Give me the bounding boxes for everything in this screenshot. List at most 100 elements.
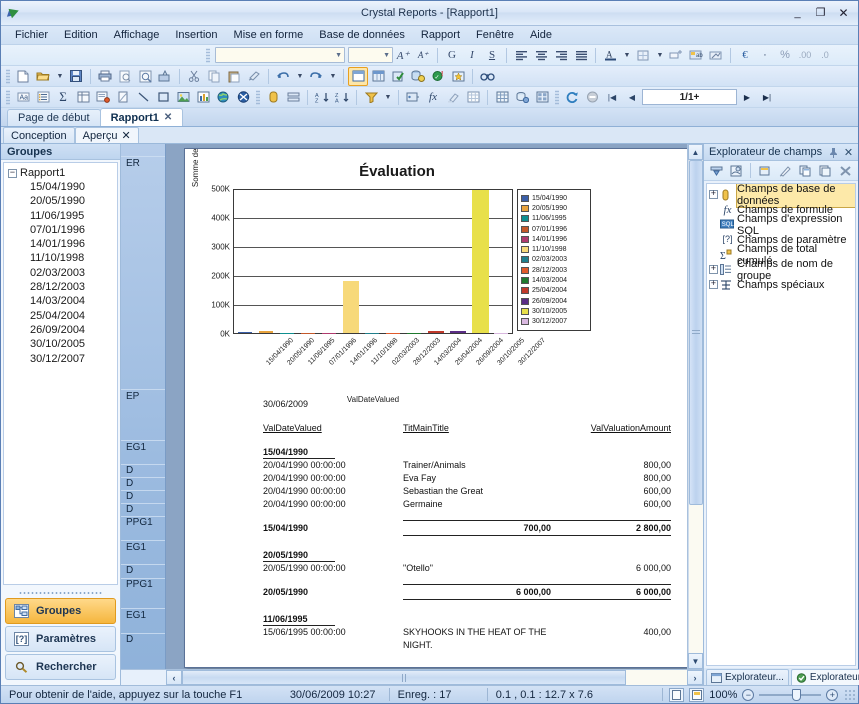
report-page[interactable]: Évaluation Somme de ValValuationAmount <box>184 148 687 668</box>
font-family-combo[interactable]: ▼ <box>215 47 345 63</box>
menu-edition[interactable]: Edition <box>56 27 106 43</box>
doc-tab-page-de-debut[interactable]: Page de début <box>7 109 101 126</box>
sigma-icon[interactable]: Σ <box>53 88 73 107</box>
field-explorer-tree[interactable]: + Champs de base de données fx Champs de… <box>706 183 856 666</box>
tree-item-database-fields[interactable]: + Champs de base de données <box>709 187 855 202</box>
align-right-button[interactable] <box>551 46 571 65</box>
page-setup-icon[interactable] <box>135 67 155 86</box>
tree-item-sql-expression-fields[interactable]: SQL Champs d'expression SQL <box>709 217 855 232</box>
tree-root-node[interactable]: − Rapport1 <box>8 167 117 179</box>
group-node[interactable]: 11/06/1995 <box>8 209 117 223</box>
formula-workshop-icon[interactable] <box>403 88 423 107</box>
group-node[interactable]: 30/12/2007 <box>8 352 117 366</box>
toolbar-grip[interactable] <box>6 69 10 84</box>
menu-fichier[interactable]: Fichier <box>7 27 56 43</box>
undo-icon[interactable] <box>273 67 293 86</box>
tab-field-explorer[interactable]: Explorateur... <box>791 669 859 685</box>
close-icon[interactable]: ✕ <box>842 146 855 159</box>
edit-icon[interactable] <box>775 161 795 180</box>
increase-decimal-button[interactable]: .00 <box>795 46 815 65</box>
select-expert-dropdown[interactable]: ▼ <box>381 88 394 107</box>
expand-icon[interactable]: + <box>709 280 718 289</box>
first-page-button[interactable]: |◀ <box>602 88 622 107</box>
report-options-icon[interactable] <box>463 88 483 107</box>
copy-icon[interactable] <box>204 67 224 86</box>
fx-icon[interactable]: fx <box>423 88 443 107</box>
currency-button[interactable]: € <box>735 46 755 65</box>
workbench-icon[interactable] <box>532 88 552 107</box>
font-color-button[interactable]: A <box>600 46 620 65</box>
close-button[interactable]: ✕ <box>833 4 854 21</box>
suppress-button[interactable] <box>666 46 686 65</box>
group-node[interactable]: 14/03/2004 <box>8 294 117 308</box>
scroll-thumb[interactable] <box>689 160 703 505</box>
subreport-icon[interactable] <box>93 88 113 107</box>
sql-check-icon[interactable]: ✓! <box>428 67 448 86</box>
scroll-track[interactable] <box>688 160 703 653</box>
font-size-combo[interactable]: ▼ <box>348 47 393 63</box>
collapse-icon[interactable]: − <box>8 169 17 178</box>
minimize-button[interactable]: _ <box>787 4 808 21</box>
align-left-button[interactable] <box>511 46 531 65</box>
text-object-icon[interactable]: Aa <box>13 88 33 107</box>
open-icon[interactable] <box>33 67 53 86</box>
stop-icon[interactable] <box>582 88 602 107</box>
toolbar-grip[interactable] <box>6 90 10 105</box>
report-canvas[interactable]: Évaluation Somme de ValValuationAmount <box>166 144 687 669</box>
open-dropdown[interactable]: ▼ <box>53 67 66 86</box>
find-icon[interactable] <box>477 67 497 86</box>
scroll-thumb[interactable] <box>182 670 626 685</box>
scroll-down-button[interactable]: ▼ <box>688 653 703 669</box>
ole-object-icon[interactable] <box>233 88 253 107</box>
expand-icon[interactable]: + <box>709 190 718 199</box>
prev-page-button[interactable]: ◀ <box>622 88 642 107</box>
set-datasource-icon[interactable] <box>408 67 428 86</box>
align-center-button[interactable] <box>531 46 551 65</box>
zoom-in-button[interactable]: + <box>826 689 838 701</box>
scroll-up-button[interactable]: ▲ <box>688 144 703 160</box>
undo-dropdown[interactable]: ▼ <box>293 67 306 86</box>
scroll-track[interactable] <box>182 670 687 685</box>
browse-data-icon[interactable] <box>726 161 746 180</box>
page-number-field[interactable]: 1/1+ <box>642 89 737 105</box>
fit-page-button[interactable] <box>689 688 704 702</box>
format-painter-icon[interactable] <box>244 67 264 86</box>
close-icon[interactable]: ✕ <box>164 112 172 123</box>
delete-icon[interactable] <box>835 161 855 180</box>
redo-dropdown[interactable]: ▼ <box>326 67 339 86</box>
insert-cross-tab-icon[interactable] <box>492 88 512 107</box>
summary-icon[interactable] <box>33 88 53 107</box>
tree-item-group-name-fields[interactable]: + Champs de nom de groupe <box>709 262 855 277</box>
font-color-dropdown[interactable]: ▼ <box>620 46 633 65</box>
next-page-button[interactable]: ▶ <box>737 88 757 107</box>
underline-button[interactable]: S <box>482 46 502 65</box>
scroll-left-button[interactable]: ‹ <box>166 670 182 685</box>
decrease-decimal-button[interactable]: .0 <box>815 46 835 65</box>
preview-horizontal-scrollbar[interactable]: ‹ › <box>121 669 703 685</box>
group-node[interactable]: 30/10/2005 <box>8 337 117 351</box>
map-icon[interactable] <box>213 88 233 107</box>
verify-database-icon[interactable] <box>388 67 408 86</box>
new-icon[interactable] <box>13 67 33 86</box>
cross-tab-icon[interactable] <box>73 88 93 107</box>
redo-icon[interactable] <box>306 67 326 86</box>
new-formula-icon[interactable] <box>755 161 775 180</box>
duplicate-icon[interactable] <box>815 161 835 180</box>
border-dropdown[interactable]: ▼ <box>653 46 666 65</box>
italic-button[interactable]: I <box>462 46 482 65</box>
group-node[interactable]: 15/04/1990 <box>8 180 117 194</box>
evaluation-chart[interactable]: Évaluation Somme de ValValuationAmount <box>197 157 597 395</box>
panel-splitter[interactable] <box>19 590 102 596</box>
toggle-preview-icon[interactable] <box>348 67 368 86</box>
print-icon[interactable] <box>95 67 115 86</box>
preview-vertical-scrollbar[interactable]: ▲ ▼ <box>687 144 703 669</box>
menu-fenetre[interactable]: Fenêtre <box>468 27 522 43</box>
group-node[interactable]: 07/01/1996 <box>8 223 117 237</box>
sort-ascending-icon[interactable]: AZ <box>312 88 332 107</box>
group-node[interactable]: 25/04/2004 <box>8 309 117 323</box>
percent-button[interactable]: % <box>775 46 795 65</box>
picture-icon[interactable] <box>173 88 193 107</box>
toolbar-grip[interactable] <box>555 90 559 105</box>
insert-field-icon[interactable] <box>706 161 726 180</box>
maximize-button[interactable]: ❐ <box>810 4 831 21</box>
